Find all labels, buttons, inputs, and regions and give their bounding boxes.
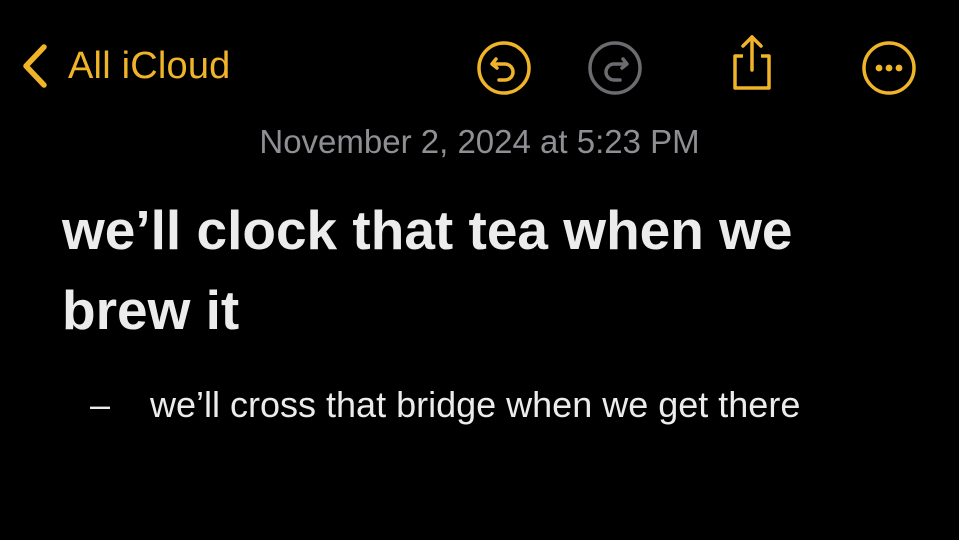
more-icon [862, 41, 916, 95]
undo-button[interactable] [474, 38, 534, 98]
note-timestamp: November 2, 2024 at 5:23 PM [259, 123, 700, 160]
chevron-left-icon [23, 44, 47, 88]
redo-button[interactable] [585, 38, 645, 98]
share-icon [733, 35, 771, 90]
bullet-marker: – [90, 384, 111, 425]
share-button[interactable] [722, 32, 782, 92]
back-button-label: All iCloud [68, 45, 231, 87]
note-title[interactable]: we’ll clock that tea when we brew it [62, 190, 922, 350]
bullet-text: we’ll cross that bridge when we get ther… [150, 384, 801, 425]
more-options-button[interactable] [859, 38, 919, 98]
navigation-toolbar: All iCloud [0, 0, 959, 130]
redo-icon [588, 41, 642, 95]
undo-icon [477, 41, 531, 95]
list-item[interactable]: – we’ll cross that bridge when we get th… [90, 376, 870, 434]
back-button[interactable]: All iCloud [18, 38, 231, 94]
